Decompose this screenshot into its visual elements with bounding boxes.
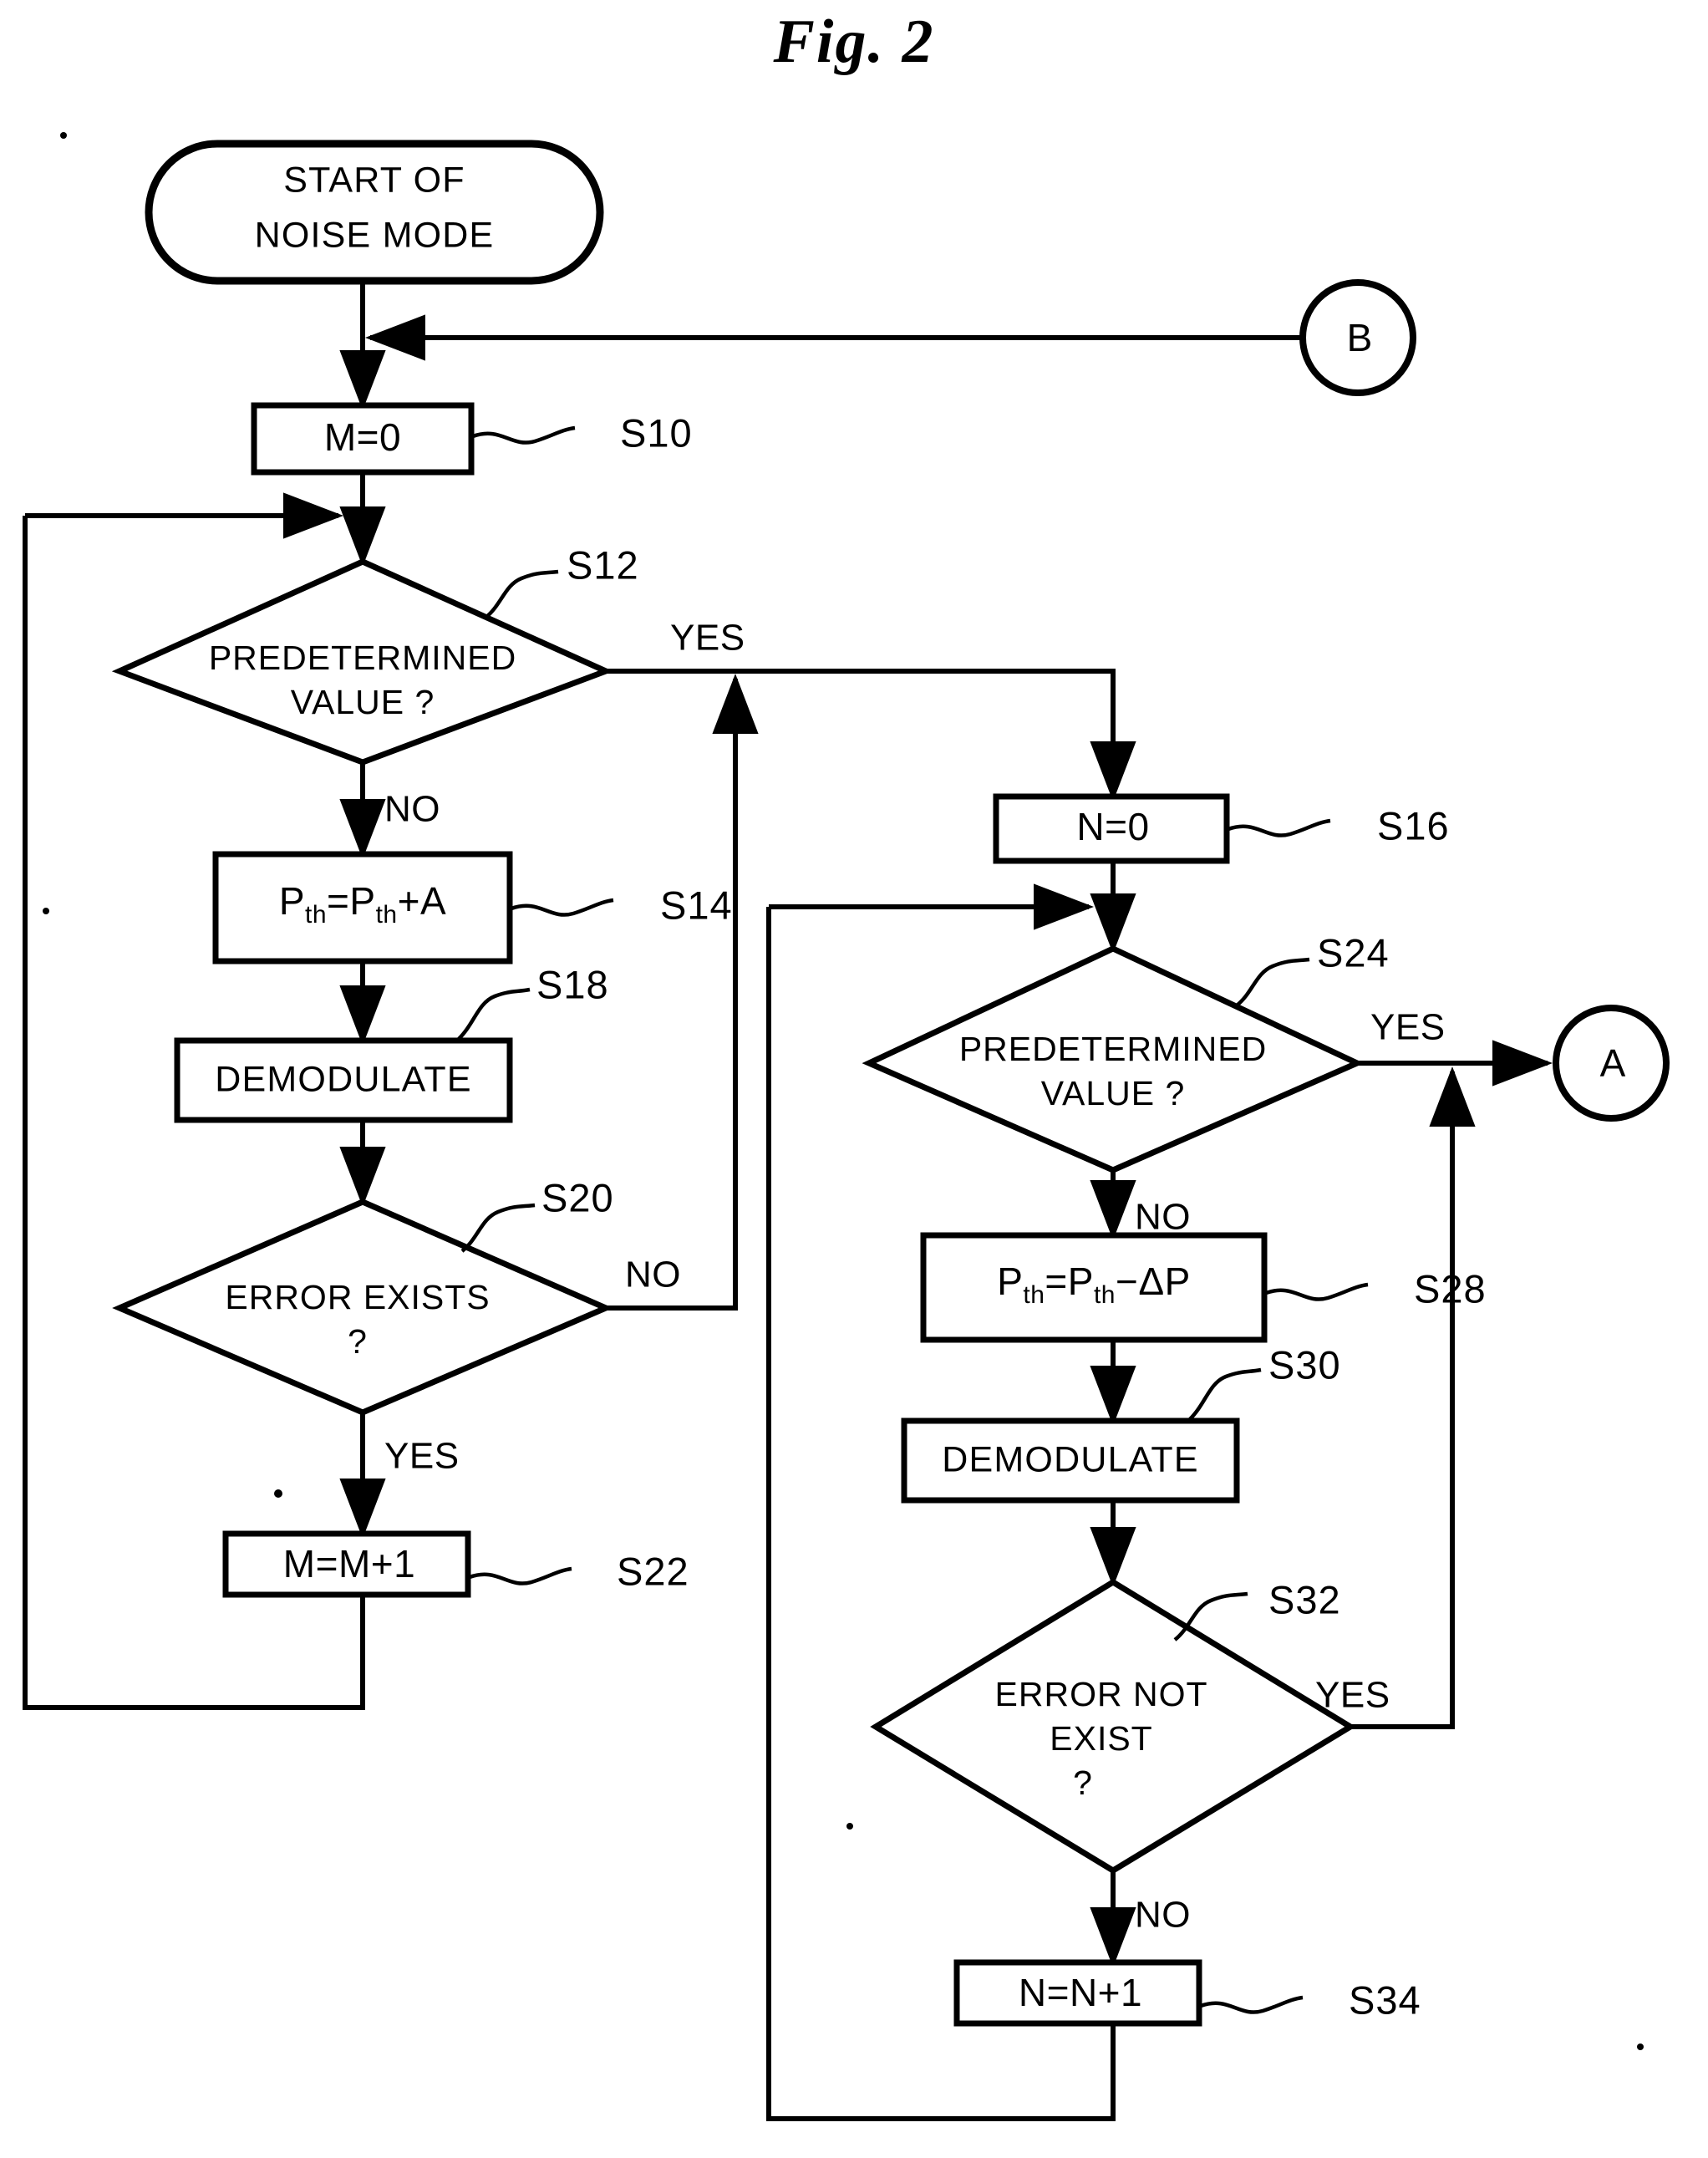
node-s32: ERROR NOT EXIST ? S32 YES NO [870,1577,1390,1936]
s28-sub-op: −ΔP [1116,1260,1191,1303]
s28-rhs-sub: th [1094,1281,1116,1309]
s24-step-label: S24 [1317,930,1390,975]
edge-s32-yes-return [1350,1066,1476,1729]
s20-no-label: NO [625,1255,681,1295]
edge-s20-no-return [606,674,759,1311]
s24-leader-line [1235,957,1310,1007]
node-s20: ERROR EXISTS ? S20 NO YES [112,1175,681,1477]
s20-label-line2: ? [348,1322,368,1361]
s12-label-line2: VALUE ? [291,683,435,721]
s16-label: N=0 [1076,805,1149,848]
flowchart-canvas: START OF NOISE MODE B M=0 S10 PREDETERMI… [23,132,1670,2121]
s32-label-line1: ERROR NOT [995,1675,1208,1713]
node-s10: M=0 S10 [251,402,693,476]
connector-a-label: A [1600,1041,1626,1085]
s32-yes-label: YES [1315,1675,1390,1716]
s28-lhs-sub: th [1023,1281,1045,1309]
edge-lines [23,281,1553,2121]
node-connector-a: A [1553,1005,1670,1122]
node-s12: PREDETERMINED VALUE ? S12 YES NO [111,542,745,830]
s24-yes-label: YES [1370,1007,1446,1048]
edge-s12-yes-to-s16 [606,669,1136,802]
node-s22: M=M+1 S22 [222,1530,689,1598]
connector-b-label: B [1347,316,1373,359]
s30-leader-line [1188,1367,1262,1421]
start-label-line2: NOISE MODE [255,215,495,255]
s22-step-label: S22 [617,1549,689,1593]
node-s30: DEMODULATE S30 [901,1342,1341,1504]
s14-eq-op: =P [327,879,376,923]
s24-no-label: NO [1135,1197,1191,1238]
s24-label-line2: VALUE ? [1041,1074,1186,1112]
s10-label: M=0 [324,415,401,459]
s10-leader-line [472,425,576,445]
node-s16: N=0 S16 [993,793,1450,864]
s34-leader-line [1200,1995,1304,2014]
s28-eq-op: =P [1045,1260,1094,1303]
figure-page: Fig. 2 START OF NOISE MODE B M=0 S10 PRE… [0,0,1708,2158]
s20-label-line1: ERROR EXISTS [225,1278,490,1316]
s22-leader-line [469,1566,572,1585]
s20-yes-label: YES [384,1436,460,1477]
node-s14: Pth=Pth+A S14 [212,851,733,964]
node-connector-b: B [1299,279,1416,396]
s32-no-label: NO [1135,1895,1191,1936]
s16-step-label: S16 [1377,803,1450,847]
s12-yes-label: YES [670,618,745,659]
s28-step-label: S28 [1414,1266,1487,1311]
s20-leader-line [460,1203,536,1253]
s34-step-label: S34 [1349,1977,1421,2022]
s22-label: M=M+1 [283,1542,415,1585]
s18-label: DEMODULATE [215,1059,471,1099]
node-s18: DEMODULATE S18 [174,962,609,1123]
s14-step-label: S14 [660,883,733,927]
s18-step-label: S18 [536,962,609,1006]
s14-lhs: P [279,879,305,923]
s14-lhs-sub: th [305,901,327,929]
s30-label: DEMODULATE [942,1439,1198,1479]
s32-label-line3: ? [1073,1764,1093,1802]
s28-leader-line [1265,1282,1369,1301]
s34-label: N=N+1 [1019,1971,1142,2014]
s12-no-label: NO [384,789,440,830]
s18-leader-line [457,987,531,1041]
node-s24: PREDETERMINED VALUE ? S24 YES NO [862,930,1446,1238]
s12-label-line1: PREDETERMINED [209,639,516,677]
s28-lhs: P [997,1260,1023,1303]
s32-step-label: S32 [1268,1577,1341,1621]
s24-label-line1: PREDETERMINED [959,1030,1267,1068]
node-s28: Pth=Pth−ΔP S28 [920,1232,1487,1343]
s20-step-label: S20 [541,1175,614,1219]
s32-label-line2: EXIST [1050,1719,1152,1758]
node-s34: N=N+1 S34 [953,1959,1421,2027]
s12-leader-line [484,569,559,619]
s14-leader-line [511,898,614,917]
start-label-line1: START OF [283,160,465,200]
s14-add-op: +A [398,879,447,923]
s14-rhs-sub: th [376,901,398,929]
s12-step-label: S12 [567,542,639,587]
s16-leader-line [1228,818,1331,837]
s14-formula: Pth=Pth+A [279,879,446,929]
s30-step-label: S30 [1268,1342,1341,1387]
node-start: START OF NOISE MODE [145,140,604,285]
s10-step-label: S10 [620,410,693,455]
